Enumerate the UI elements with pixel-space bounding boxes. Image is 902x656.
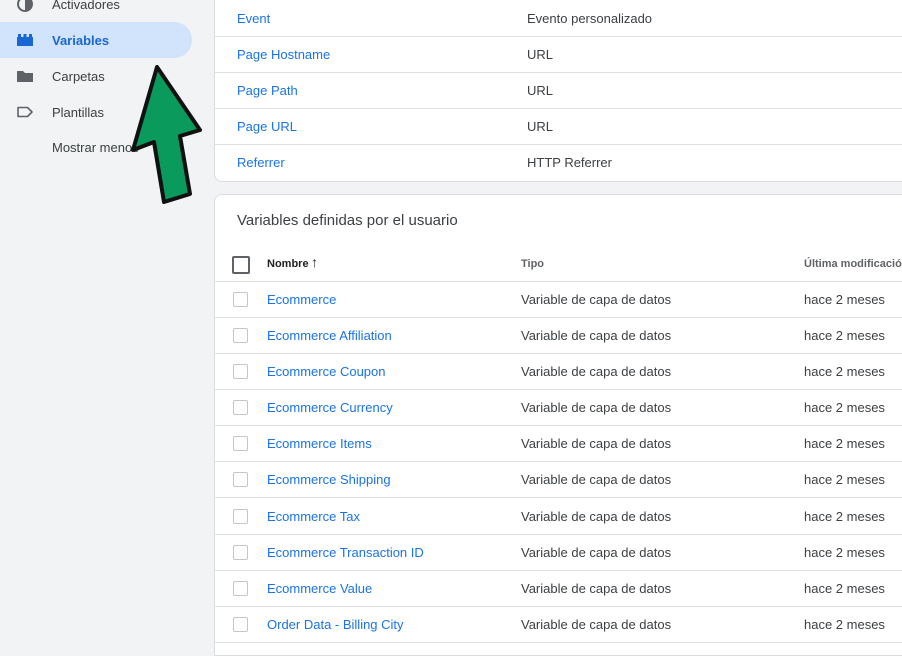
variable-type: Variable de capa de datos xyxy=(521,509,672,524)
section-title: Variables definidas por el usuario xyxy=(237,212,458,229)
variable-type: Variable de capa de datos xyxy=(521,581,672,596)
row-checkbox[interactable] xyxy=(233,400,248,415)
variable-name-link[interactable]: Ecommerce Items xyxy=(267,436,372,451)
variable-type: Variable de capa de datos xyxy=(521,472,672,487)
last-modified: hace 2 meses xyxy=(804,436,885,451)
last-modified: hace 2 meses xyxy=(804,292,885,307)
user-variables-card: Variables definidas por el usuario Nombr… xyxy=(214,194,902,656)
variable-name-link[interactable]: Ecommerce xyxy=(267,292,336,307)
table-row: Ecommerce Currency Variable de capa de d… xyxy=(215,390,902,426)
column-header-type[interactable]: Tipo xyxy=(521,258,544,270)
variable-name-link[interactable]: Order Data - Billing City xyxy=(267,617,404,632)
table-row: Referrer HTTP Referrer xyxy=(215,144,902,180)
variable-type: URL xyxy=(527,119,554,134)
template-label-icon xyxy=(17,106,33,118)
variable-type: HTTP Referrer xyxy=(527,155,612,170)
row-checkbox[interactable] xyxy=(233,617,248,632)
last-modified: hace 2 meses xyxy=(804,509,885,524)
builtin-variables-card: Event Evento personalizado Page Hostname… xyxy=(214,0,902,182)
folder-icon xyxy=(17,71,33,82)
table-row: Ecommerce Variable de capa de datos hace… xyxy=(215,282,902,318)
sidebar-item-label: Variables xyxy=(52,32,110,48)
last-modified: hace 2 meses xyxy=(804,617,885,632)
variable-name-link[interactable]: Ecommerce Currency xyxy=(267,400,393,415)
row-checkbox[interactable] xyxy=(233,292,248,307)
variable-type: Variable de capa de datos xyxy=(521,364,672,379)
select-all-checkbox[interactable] xyxy=(232,256,250,274)
variable-type: Variable de capa de datos xyxy=(521,292,672,307)
sidebar-item-activadores[interactable]: Activadores xyxy=(0,0,192,22)
row-checkbox[interactable] xyxy=(233,436,248,451)
variable-name-link[interactable]: Ecommerce Affiliation xyxy=(267,328,392,343)
variable-type: Variable de capa de datos xyxy=(521,436,672,451)
table-row: Page URL URL xyxy=(215,108,902,145)
variable-type: Variable de capa de datos xyxy=(521,328,672,343)
variable-name-link[interactable]: Ecommerce Shipping xyxy=(267,472,391,487)
variable-name-link[interactable]: Ecommerce Value xyxy=(267,581,372,596)
last-modified: hace 2 meses xyxy=(804,328,885,343)
table-row: Ecommerce Affiliation Variable de capa d… xyxy=(215,318,902,354)
table-row: Ecommerce Items Variable de capa de dato… xyxy=(215,426,902,462)
table-row: Ecommerce Transaction ID Variable de cap… xyxy=(215,535,902,571)
table-row: Order Data - Billing City Variable de ca… xyxy=(215,607,902,643)
variable-name-link[interactable]: Page Path xyxy=(237,83,298,98)
sidebar-item-label: Plantillas xyxy=(52,104,105,120)
variable-name-link[interactable]: Page Hostname xyxy=(237,47,330,62)
sidebar-item-variables[interactable]: Variables xyxy=(0,22,192,58)
column-header-name[interactable]: Nombre xyxy=(267,258,309,270)
table-row: Ecommerce Coupon Variable de capa de dat… xyxy=(215,354,902,390)
variable-type: URL xyxy=(527,47,554,62)
sidebar-item-label: Carpetas xyxy=(52,68,105,84)
table-row: Event Evento personalizado xyxy=(215,0,902,37)
last-modified: hace 2 meses xyxy=(804,545,885,560)
green-arrow-icon xyxy=(131,65,202,204)
variable-type: Evento personalizado xyxy=(527,11,653,26)
variable-name-link[interactable]: Event xyxy=(237,11,270,26)
row-checkbox[interactable] xyxy=(233,509,248,524)
variable-name-link[interactable]: Ecommerce Tax xyxy=(267,509,360,524)
variables-icon xyxy=(17,34,33,46)
table-row: Ecommerce Value Variable de capa de dato… xyxy=(215,571,902,607)
row-checkbox[interactable] xyxy=(233,581,248,596)
last-modified: hace 2 meses xyxy=(804,472,885,487)
variable-name-link[interactable]: Page URL xyxy=(237,119,297,134)
variable-type: URL xyxy=(527,83,554,98)
row-checkbox[interactable] xyxy=(233,364,248,379)
variable-name-link[interactable]: Referrer xyxy=(237,155,285,170)
trigger-icon xyxy=(17,0,33,12)
row-checkbox[interactable] xyxy=(233,545,248,560)
variable-type: Variable de capa de datos xyxy=(521,400,672,415)
table-row: Page Hostname URL xyxy=(215,36,902,73)
table-row: Page Path URL xyxy=(215,72,902,109)
column-header-modified[interactable]: Última modificación xyxy=(804,258,902,270)
sidebar-item-label: Activadores xyxy=(52,0,120,12)
variable-name-link[interactable]: Ecommerce Transaction ID xyxy=(267,545,424,560)
arrow-up-icon[interactable]: ↑ xyxy=(311,254,318,270)
variable-type: Variable de capa de datos xyxy=(521,545,672,560)
variable-name-link[interactable]: Ecommerce Coupon xyxy=(267,364,386,379)
last-modified: hace 2 meses xyxy=(804,581,885,596)
variable-type: Variable de capa de datos xyxy=(521,617,672,632)
last-modified: hace 2 meses xyxy=(804,364,885,379)
table-header: Nombre ↑ Tipo Última modificación xyxy=(215,245,902,282)
table-row: Ecommerce Shipping Variable de capa de d… xyxy=(215,462,902,498)
row-checkbox[interactable] xyxy=(233,472,248,487)
last-modified: hace 2 meses xyxy=(804,400,885,415)
row-checkbox[interactable] xyxy=(233,328,248,343)
table-row: Ecommerce Tax Variable de capa de datos … xyxy=(215,499,902,535)
